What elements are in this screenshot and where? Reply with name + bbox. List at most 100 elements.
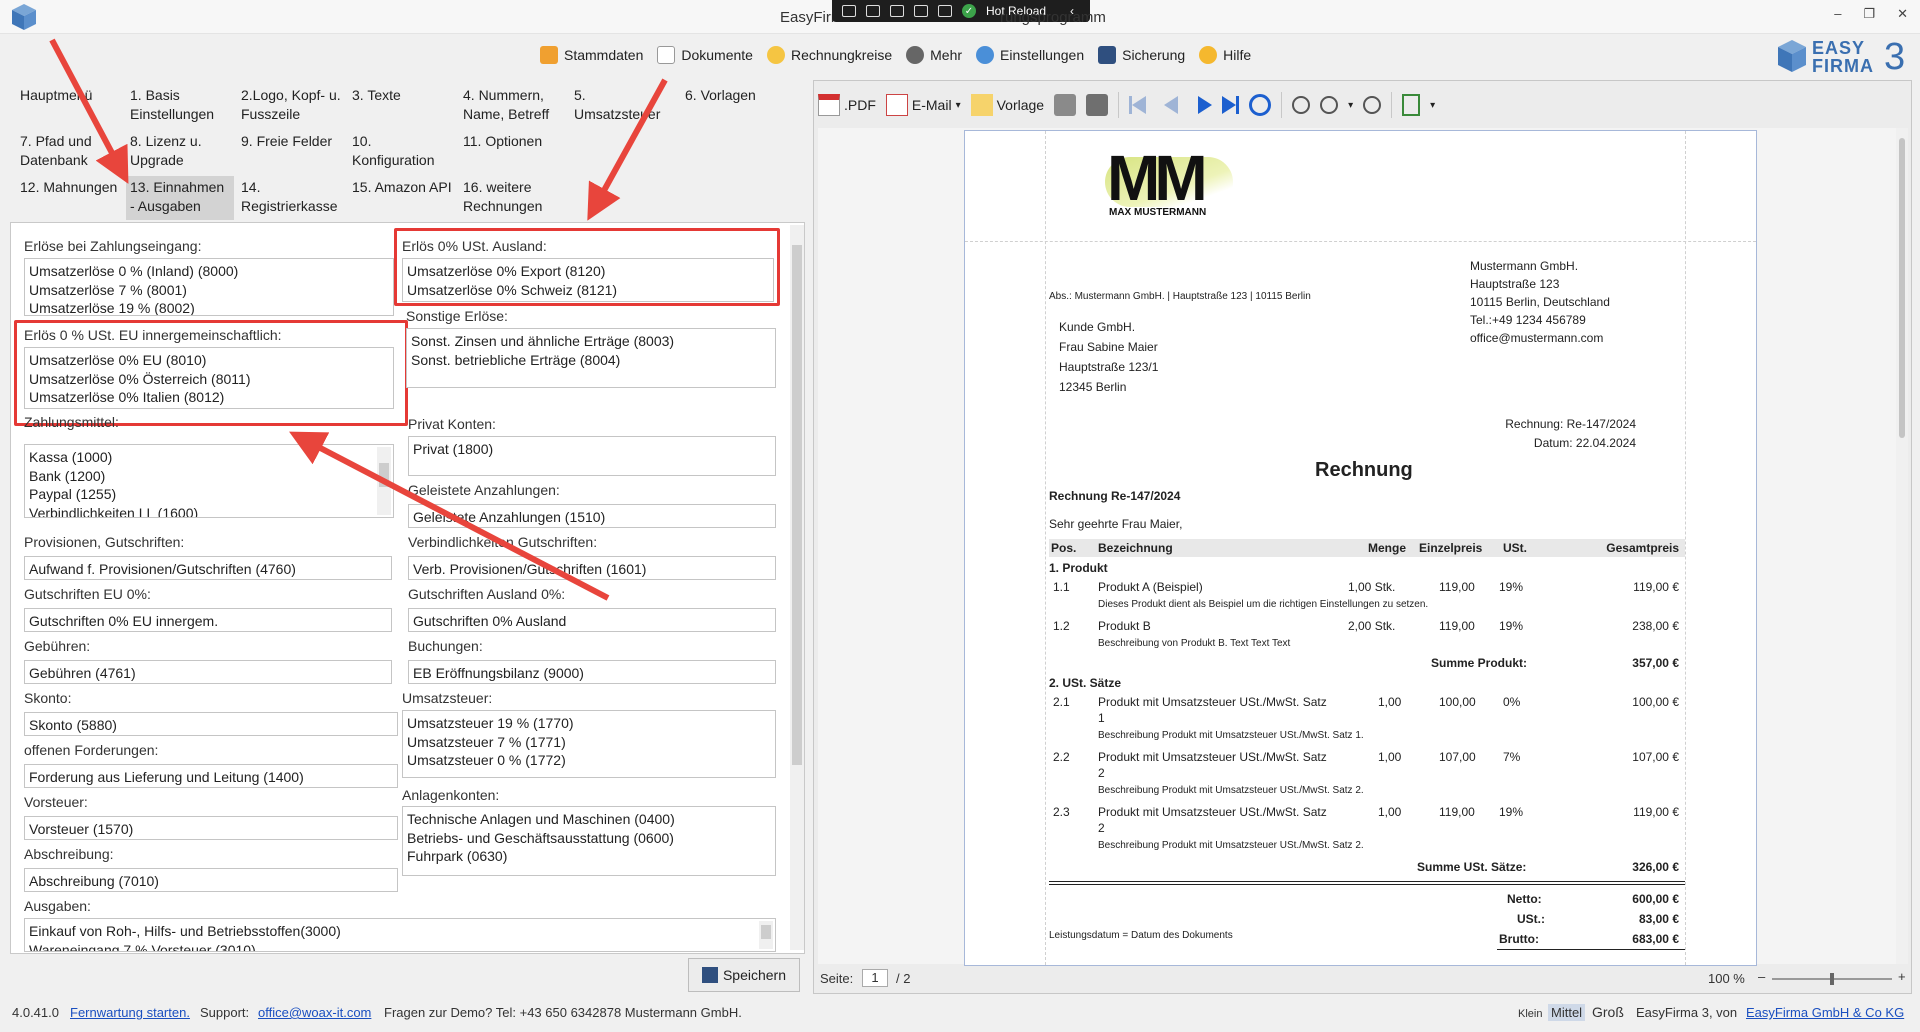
list-item[interactable]: Betriebs- und Geschäftsausstattung (0600… — [407, 829, 771, 848]
list-item[interactable]: Technische Anlagen und Maschinen (0400) — [407, 810, 771, 829]
row-preis: 119,00 — [1439, 619, 1475, 633]
mehr-button[interactable]: Mehr — [906, 46, 962, 64]
hilfe-button[interactable]: Hilfe — [1199, 46, 1251, 64]
invoice-page: MM MAX MUSTERMANN Abs.: Mustermann GmbH.… — [964, 130, 1757, 966]
zoom-slider[interactable] — [1772, 973, 1892, 985]
print-icon[interactable] — [1086, 94, 1109, 116]
row-menge: 1,00 — [1378, 805, 1402, 819]
group-ust: 2. USt. Sätze — [1049, 676, 1122, 690]
save-label: Speichern — [722, 967, 787, 983]
size-klein-button[interactable]: Klein — [1518, 1008, 1542, 1020]
row-menge: 1,00 — [1378, 695, 1402, 709]
buchungen-field[interactable]: EB Eröffnungsbilanz (9000) — [408, 660, 776, 684]
einstellungen-label: Einstellungen — [1000, 47, 1085, 63]
invoice-greeting: Sehr geehrte Frau Maier, — [1049, 517, 1183, 531]
list-item[interactable]: Wareneingang 7 % Vorsteuer (3010) — [29, 941, 771, 952]
save-button[interactable]: Speichern — [688, 958, 800, 992]
zoom-in-icon[interactable] — [1363, 96, 1382, 114]
close-button[interactable]: ✕ — [1897, 6, 1908, 22]
row-preis: 119,00 — [1439, 805, 1475, 819]
zoom-plus-button[interactable]: + — [1898, 969, 1906, 984]
window-title-tail: rungsprogramm — [1000, 9, 1106, 26]
dropdown-arrow-icon[interactable]: ▾ — [1430, 100, 1435, 111]
skonto-field[interactable]: Skonto (5880) — [24, 712, 398, 736]
row-gesamt: 119,00 € — [1633, 805, 1679, 819]
size-gross-button[interactable]: Groß — [1592, 1004, 1624, 1020]
prev-page-icon[interactable] — [1164, 96, 1179, 114]
forderungen-field[interactable]: Forderung aus Lieferung und Leitung (140… — [24, 764, 398, 788]
export-icon[interactable] — [1402, 94, 1421, 116]
save-disk-icon — [1098, 46, 1117, 64]
track-focus-icon[interactable] — [938, 5, 952, 17]
gebuehren-field[interactable]: Gebühren (4761) — [24, 660, 392, 684]
list-item[interactable]: Umsatzsteuer 7 % (1771) — [407, 733, 771, 752]
minimize-button[interactable]: – — [1834, 6, 1841, 22]
next-page-icon[interactable] — [1198, 96, 1213, 114]
display-icon[interactable] — [914, 5, 928, 17]
abschreibung-field[interactable]: Abschreibung (7010) — [24, 868, 398, 892]
row-ust: 7% — [1503, 750, 1521, 764]
zoom-out-icon[interactable] — [1292, 96, 1311, 114]
compass-icon[interactable] — [1249, 94, 1272, 116]
zoom-slider-handle[interactable] — [1830, 973, 1834, 985]
gear-icon — [976, 46, 995, 64]
restore-button[interactable]: ❐ — [1863, 6, 1875, 22]
brutto-label: Brutto: — [1499, 932, 1539, 946]
support-email-link[interactable]: office@woax-it.com — [258, 1005, 371, 1020]
invoice-heading: Rechnung — [1315, 459, 1413, 481]
ausgaben-list[interactable]: Einkauf von Roh-, Hilfs- und Betriebssto… — [24, 918, 776, 952]
layout-adorner-icon[interactable] — [890, 5, 904, 17]
dropdown-arrow-icon[interactable]: ▾ — [956, 100, 961, 111]
umsatzsteuer-list[interactable]: Umsatzsteuer 19 % (1770) Umsatzsteuer 7 … — [402, 710, 776, 778]
row-ust: 19% — [1499, 619, 1524, 633]
row-pos: 2.1 — [1053, 695, 1070, 709]
col-ust: USt. — [1503, 541, 1527, 555]
print-setup-icon[interactable] — [1054, 94, 1077, 116]
zoom-minus-button[interactable]: – — [1758, 969, 1765, 984]
row-preis: 100,00 — [1439, 695, 1476, 709]
more-dots-icon — [906, 46, 925, 64]
row-pos: 2.2 — [1053, 750, 1070, 764]
company-link[interactable]: EasyFirma GmbH & Co KG — [1746, 1005, 1904, 1020]
row-pos: 1.1 — [1053, 580, 1070, 594]
size-mittel-button[interactable]: Mittel — [1548, 1004, 1586, 1021]
select-element-icon[interactable] — [842, 5, 856, 17]
col-menge: Menge — [1368, 541, 1407, 555]
pdf-label: .PDF — [844, 97, 876, 113]
arrow-to-tab — [49, 38, 129, 184]
page-number-input[interactable]: 1 — [862, 969, 888, 987]
buchungen-label: Buchungen: — [408, 638, 483, 654]
sicherung-button[interactable]: Sicherung — [1098, 46, 1185, 64]
zoom-icon[interactable] — [1320, 96, 1339, 114]
list-item[interactable]: Einkauf von Roh-, Hilfs- und Betriebssto… — [29, 922, 771, 941]
list-scrollbar[interactable] — [759, 921, 773, 949]
row-name: Produkt mit Umsatzsteuer USt./MwSt. Satz — [1098, 805, 1327, 819]
logo-line2: FIRMA — [1812, 56, 1874, 76]
invoice-number: Rechnung: Re-147/2024 — [1505, 417, 1636, 431]
list-item[interactable]: Umsatzsteuer 19 % (1770) — [407, 714, 771, 733]
last-page-icon[interactable] — [1222, 96, 1240, 114]
pointer-icon[interactable] — [866, 5, 880, 17]
list-item[interactable]: Umsatzsteuer 0 % (1772) — [407, 751, 771, 770]
dropdown-arrow-icon[interactable]: ▾ — [1348, 100, 1353, 111]
email-button[interactable]: E-Mail ▾ — [885, 94, 961, 116]
list-item[interactable]: Fuhrpark (0630) — [407, 847, 771, 866]
vorsteuer-field[interactable]: Vorsteuer (1570) — [24, 816, 398, 840]
preview-scrollbar[interactable] — [1896, 128, 1908, 964]
row-ust: 19% — [1499, 805, 1524, 819]
export-pdf-button[interactable]: .PDF — [818, 94, 876, 116]
first-page-icon[interactable] — [1129, 96, 1147, 114]
anlagen-list[interactable]: Technische Anlagen und Maschinen (0400) … — [402, 806, 776, 876]
row-gesamt: 100,00 € — [1632, 695, 1679, 709]
row-desc: Beschreibung von Produkt B. Text Text Te… — [1098, 638, 1291, 649]
einstellungen-button[interactable]: Einstellungen — [976, 46, 1084, 64]
vorlage-button[interactable]: Vorlage — [970, 94, 1045, 116]
col-bezeichnung: Bezeichnung — [1098, 541, 1173, 555]
vorlage-label: Vorlage — [996, 97, 1045, 113]
row-name: Produkt mit Umsatzsteuer USt./MwSt. Satz — [1098, 695, 1327, 709]
row-name-cont: 1 — [1098, 711, 1105, 725]
total-divider — [1049, 881, 1685, 882]
arrow-to-ausland — [587, 78, 668, 221]
fernwartung-link[interactable]: Fernwartung starten. — [70, 1005, 190, 1020]
row-preis: 119,00 — [1439, 580, 1475, 594]
